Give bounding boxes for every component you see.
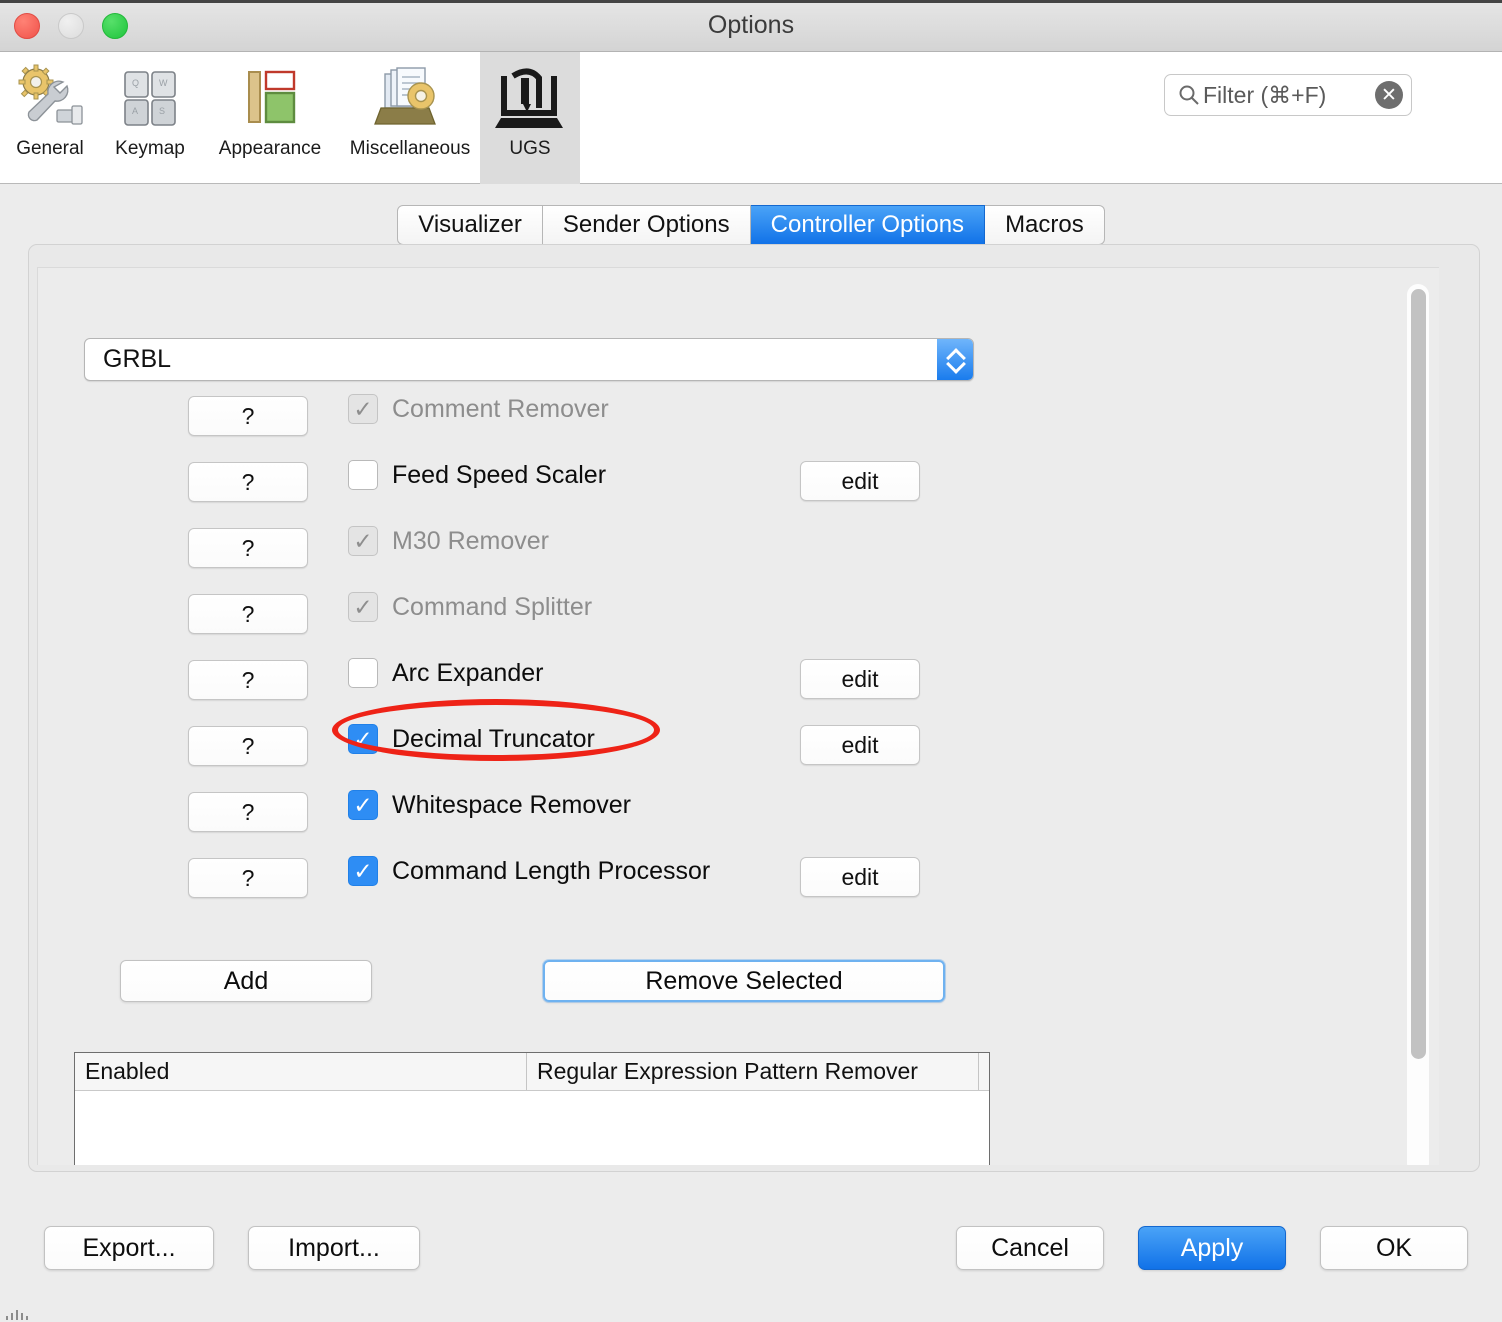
tab-sender-options[interactable]: Sender Options (542, 205, 751, 245)
processor-toggle[interactable]: Feed Speed Scaler (348, 460, 606, 490)
svg-text:A: A (132, 106, 138, 116)
dialog-footer: Export... Import... Cancel Apply OK (0, 1196, 1502, 1322)
ok-button[interactable]: OK (1320, 1226, 1468, 1270)
help-button[interactable]: ? (188, 726, 308, 766)
filter-placeholder: Filter (⌘+F) (1203, 81, 1327, 108)
toolbar-item-ugs[interactable]: UGS (480, 52, 580, 184)
cancel-button[interactable]: Cancel (956, 1226, 1104, 1270)
processor-row: ? Feed Speed Scaler edit (38, 454, 1439, 520)
checkbox-checked: ✓ (348, 724, 378, 754)
checkbox-checked-disabled: ✓ (348, 526, 378, 556)
chevron-down-icon (947, 360, 963, 369)
processor-label: Command Length Processor (392, 856, 711, 885)
resize-grip[interactable] (6, 1310, 32, 1320)
toolbar-item-keymap[interactable]: Q W A S Keymap (100, 52, 200, 184)
edit-button[interactable]: edit (800, 659, 920, 699)
svg-text:Q: Q (132, 78, 139, 88)
table-header-row: Enabled Regular Expression Pattern Remov… (75, 1053, 989, 1091)
scrollbar-thumb[interactable] (1411, 289, 1426, 1059)
scroll-viewport: GRBL ? ✓ Comment Remover ? Feed Speed Sc… (37, 267, 1439, 1165)
toolbar-label-keymap: Keymap (115, 138, 185, 159)
window-title: Options (707, 11, 795, 39)
processor-row: ? ✓ Whitespace Remover (38, 784, 1439, 850)
help-button[interactable]: ? (188, 594, 308, 634)
tab-macros[interactable]: Macros (985, 205, 1105, 245)
documents-gear-icon (373, 62, 447, 136)
help-button[interactable]: ? (188, 462, 308, 502)
checkbox-checked: ✓ (348, 790, 378, 820)
processor-row: ? ✓ M30 Remover (38, 520, 1439, 586)
clear-circle-icon[interactable]: ✕ (1375, 81, 1403, 109)
processor-toggle[interactable]: ✓ Command Splitter (348, 592, 592, 622)
settings-tab-bar: Visualizer Sender Options Controller Opt… (0, 205, 1502, 247)
filter-input[interactable]: Filter (⌘+F) ✕ (1164, 74, 1412, 116)
processor-label: Decimal Truncator (392, 724, 595, 753)
export-button[interactable]: Export... (44, 1226, 214, 1270)
gear-wrench-icon (13, 62, 87, 136)
processor-row: ? ✓ Decimal Truncator edit (38, 718, 1439, 784)
svg-text:S: S (159, 106, 165, 116)
svg-text:W: W (159, 78, 168, 88)
search-icon (1179, 85, 1199, 105)
toolbar-label-ugs: UGS (509, 138, 551, 159)
table-column-enabled[interactable]: Enabled (75, 1053, 527, 1090)
checkbox-checked: ✓ (348, 856, 378, 886)
processor-row: ? ✓ Comment Remover (38, 388, 1439, 454)
apply-button[interactable]: Apply (1138, 1226, 1286, 1270)
processor-toggle[interactable]: ✓ M30 Remover (348, 526, 549, 556)
table-column-pattern[interactable]: Regular Expression Pattern Remover (527, 1053, 979, 1090)
processor-toggle[interactable]: ✓ Whitespace Remover (348, 790, 631, 820)
checkbox-checked-disabled: ✓ (348, 394, 378, 424)
processor-label: Arc Expander (392, 658, 544, 687)
help-button[interactable]: ? (188, 528, 308, 568)
edit-button[interactable]: edit (800, 725, 920, 765)
table-column-spacer (979, 1053, 989, 1090)
import-button[interactable]: Import... (248, 1226, 420, 1270)
keyboard-keys-icon: Q W A S (113, 62, 187, 136)
help-button[interactable]: ? (188, 858, 308, 898)
title-bar: Options (0, 0, 1502, 52)
toolbar-item-miscellaneous[interactable]: Miscellaneous (340, 52, 480, 184)
toolbar-label-miscellaneous: Miscellaneous (349, 138, 471, 159)
firmware-select-value: GRBL (103, 345, 172, 373)
edit-button[interactable]: edit (800, 461, 920, 501)
toolbar-label-appearance: Appearance (218, 138, 322, 159)
help-button[interactable]: ? (188, 660, 308, 700)
firmware-select-stepper[interactable] (937, 339, 973, 380)
firmware-select[interactable]: GRBL (84, 338, 974, 381)
remove-selected-button[interactable]: Remove Selected (543, 960, 945, 1002)
processor-list: ? ✓ Comment Remover ? Feed Speed Scaler … (38, 388, 1439, 916)
checkbox-checked-disabled: ✓ (348, 592, 378, 622)
toolbar-item-general[interactable]: General (0, 52, 100, 184)
options-window: Options General Q W A S Keymap Appearanc… (0, 0, 1502, 1322)
tab-visualizer[interactable]: Visualizer (397, 205, 543, 245)
processor-toggle[interactable]: ✓ Decimal Truncator (348, 724, 595, 754)
edit-button[interactable]: edit (800, 857, 920, 897)
toolbar-item-appearance[interactable]: Appearance (200, 52, 340, 184)
processor-label: Feed Speed Scaler (392, 460, 607, 489)
processor-row: ? ✓ Command Splitter (38, 586, 1439, 652)
processor-toggle[interactable]: ✓ Comment Remover (348, 394, 609, 424)
processor-label: M30 Remover (392, 526, 549, 555)
tab-controller-options[interactable]: Controller Options (750, 205, 986, 245)
help-button[interactable]: ? (188, 396, 308, 436)
processor-label: Command Splitter (392, 592, 593, 621)
controller-options-panel: GRBL ? ✓ Comment Remover ? Feed Speed Sc… (28, 244, 1480, 1172)
vertical-scrollbar[interactable] (1407, 284, 1429, 1165)
processor-toggle[interactable]: Arc Expander (348, 658, 543, 688)
help-button[interactable]: ? (188, 792, 308, 832)
pattern-remover-table[interactable]: Enabled Regular Expression Pattern Remov… (74, 1052, 990, 1165)
color-panels-icon (233, 62, 307, 136)
checkbox-unchecked (348, 460, 378, 490)
settings-toolbar: General Q W A S Keymap Appearance Miscella… (0, 52, 1502, 184)
add-button[interactable]: Add (120, 960, 372, 1002)
checkbox-unchecked (348, 658, 378, 688)
processor-row: ? Arc Expander edit (38, 652, 1439, 718)
processor-label: Comment Remover (392, 394, 609, 423)
processor-toggle[interactable]: ✓ Command Length Processor (348, 856, 710, 886)
processor-label: Whitespace Remover (392, 790, 631, 819)
toolbar-label-general: General (16, 138, 84, 159)
processor-row: ? ✓ Command Length Processor edit (38, 850, 1439, 916)
cnc-machine-icon (493, 62, 567, 136)
